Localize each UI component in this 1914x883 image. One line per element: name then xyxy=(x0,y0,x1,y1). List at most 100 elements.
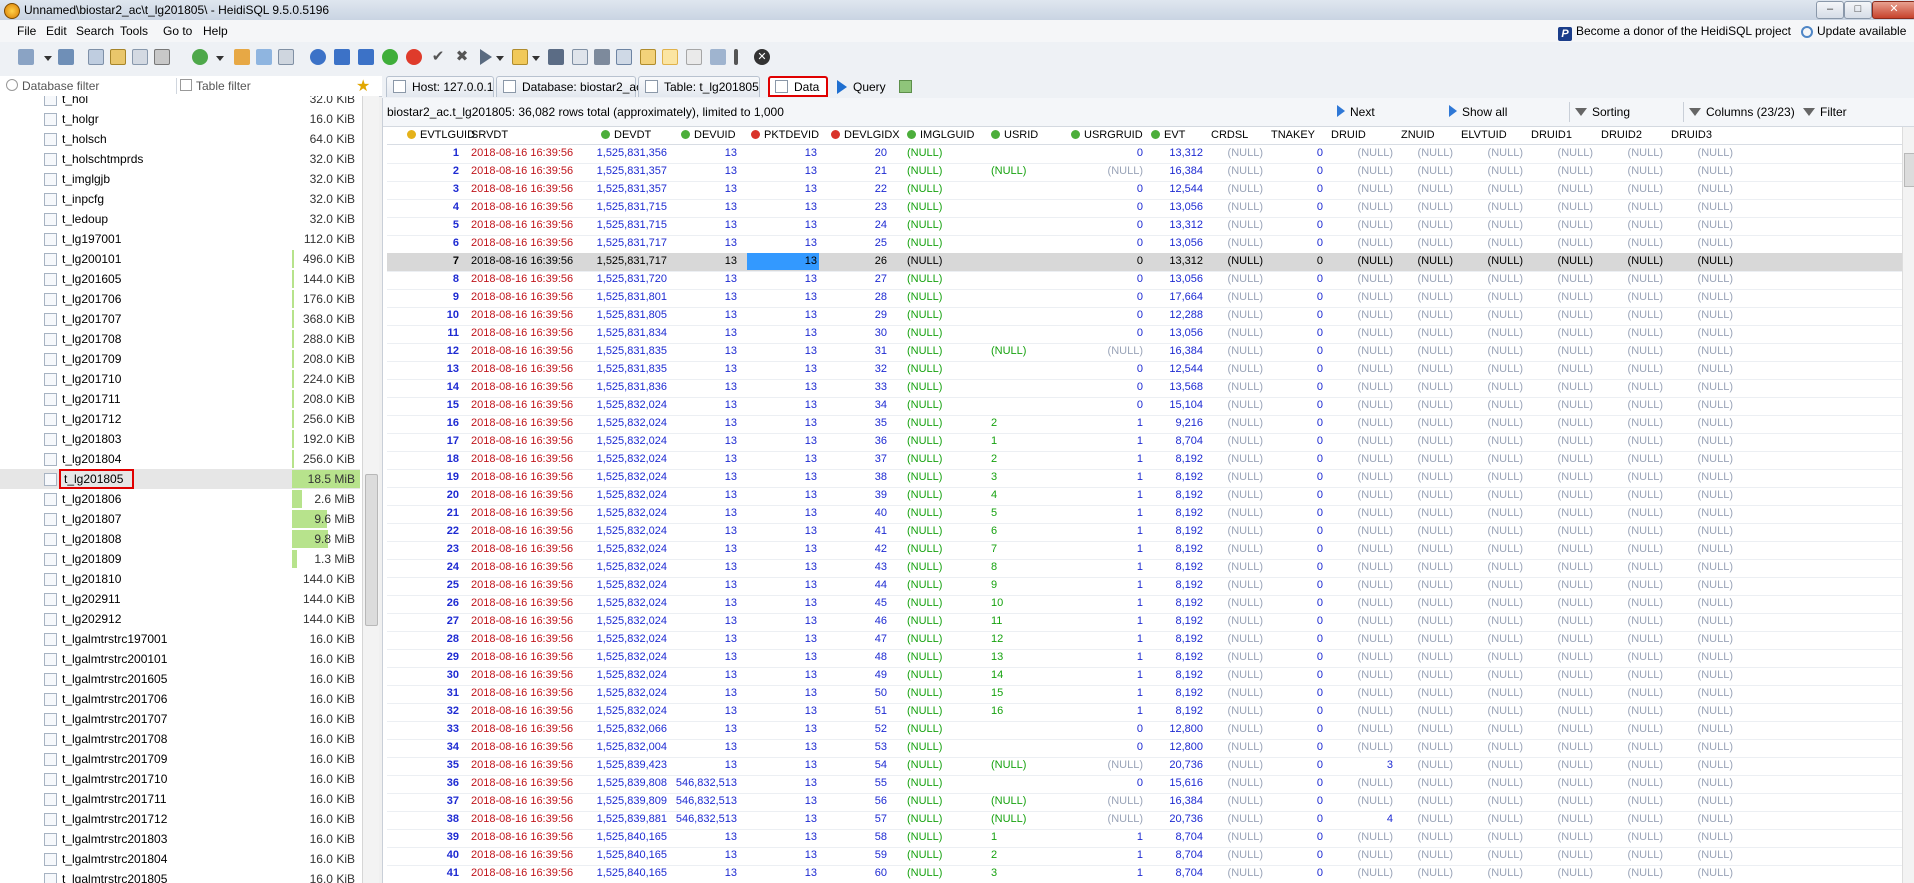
table-cell[interactable]: (NULL) xyxy=(907,453,942,465)
table-cell[interactable]: 13 xyxy=(805,201,817,213)
table-cell[interactable]: (NULL) xyxy=(1488,507,1523,519)
table-cell[interactable]: 2018-08-16 16:39:56 xyxy=(471,669,573,681)
table-cell[interactable]: (NULL) xyxy=(1698,795,1733,807)
tree-item-table[interactable]: t_lgalmtrstrc201706 16.0 KiB xyxy=(0,689,360,709)
last-record-icon[interactable] xyxy=(358,49,374,65)
table-cell[interactable]: 13 xyxy=(805,615,817,627)
table-cell[interactable]: 13,056 xyxy=(1169,273,1203,285)
table-cell[interactable]: 52 xyxy=(875,723,887,735)
table-cell[interactable]: 2018-08-16 16:39:56 xyxy=(471,237,573,249)
table-cell[interactable]: (NULL) xyxy=(1418,651,1453,663)
table-cell[interactable]: (NULL) xyxy=(1628,741,1663,753)
table-cell[interactable]: (NULL) xyxy=(991,165,1026,177)
table-cell[interactable]: 1,525,840,165 xyxy=(597,867,667,879)
table-cell[interactable]: 13 xyxy=(725,489,737,501)
table-cell[interactable]: 40 xyxy=(875,507,887,519)
table-cell[interactable]: 1,525,831,836 xyxy=(597,381,667,393)
table-cell[interactable]: 13 xyxy=(805,291,817,303)
table-row[interactable]: 22 2018-08-16 16:39:56 1,525,832,024 13 13 41… xyxy=(387,523,1905,542)
table-row[interactable]: 27 2018-08-16 16:39:56 1,525,832,024 13 13 46… xyxy=(387,613,1905,632)
table-cell[interactable]: (NULL) xyxy=(1418,777,1453,789)
table-cell[interactable]: (NULL) xyxy=(907,723,942,735)
tree-item-table[interactable]: t_lg197001 112.0 KiB xyxy=(0,229,360,249)
table-cell[interactable]: 2018-08-16 16:39:56 xyxy=(471,867,573,879)
table-cell[interactable]: (NULL) xyxy=(1418,489,1453,501)
table-cell[interactable]: 2018-08-16 16:39:56 xyxy=(471,741,573,753)
tree-item-table[interactable]: t_lgalmtrstrc201707 16.0 KiB xyxy=(0,709,360,729)
table-cell[interactable]: (NULL) xyxy=(1558,471,1593,483)
table-row[interactable]: 34 2018-08-16 16:39:56 1,525,832,004 13 13 53… xyxy=(387,739,1905,758)
table-cell[interactable]: (NULL) xyxy=(1358,219,1393,231)
table-cell[interactable]: (NULL) xyxy=(1558,813,1593,825)
table-cell[interactable]: 2018-08-16 16:39:56 xyxy=(471,633,573,645)
table-cell[interactable]: (NULL) xyxy=(907,165,942,177)
table-cell[interactable]: (NULL) xyxy=(1628,489,1663,501)
table-cell[interactable]: 13 xyxy=(805,867,817,879)
table-cell[interactable]: 41 xyxy=(875,525,887,537)
table-cell[interactable]: (NULL) xyxy=(907,651,942,663)
table-cell[interactable]: (NULL) xyxy=(1628,723,1663,735)
table-cell[interactable]: (NULL) xyxy=(1228,309,1263,321)
table-cell[interactable]: (NULL) xyxy=(907,471,942,483)
table-cell[interactable]: 0 xyxy=(1317,831,1323,843)
table-cell[interactable]: (NULL) xyxy=(1358,543,1393,555)
table-cell[interactable]: 1 xyxy=(1137,417,1143,429)
table-cell[interactable]: 1,525,831,715 xyxy=(597,219,667,231)
table-row[interactable]: 41 2018-08-16 16:39:56 1,525,840,165 13 13 60… xyxy=(387,865,1905,883)
table-cell[interactable]: 2 xyxy=(991,849,997,861)
table-cell[interactable]: (NULL) xyxy=(1488,201,1523,213)
table-cell[interactable]: (NULL) xyxy=(1698,813,1733,825)
table-cell[interactable]: 29 xyxy=(447,651,459,663)
table-cell[interactable]: (NULL) xyxy=(1488,543,1523,555)
table-cell[interactable]: 0 xyxy=(1137,327,1143,339)
table-cell[interactable]: 8,192 xyxy=(1175,561,1203,573)
table-cell[interactable]: 1,525,831,357 xyxy=(597,183,667,195)
table-cell[interactable]: (NULL) xyxy=(1488,705,1523,717)
table-cell[interactable]: (NULL) xyxy=(907,183,942,195)
tree-item-table[interactable]: t_lg201712 256.0 KiB xyxy=(0,409,360,429)
post-check-icon[interactable]: ✔ xyxy=(430,49,446,65)
table-cell[interactable]: 13 xyxy=(725,867,737,879)
table-cell[interactable]: 4 xyxy=(991,489,997,501)
table-cell[interactable]: (NULL) xyxy=(1698,471,1733,483)
table-cell[interactable]: (NULL) xyxy=(1418,669,1453,681)
table-cell[interactable]: (NULL) xyxy=(1358,399,1393,411)
table-cell[interactable]: 8,704 xyxy=(1175,867,1203,879)
table-cell[interactable]: 44 xyxy=(875,579,887,591)
table-cell[interactable]: 7 xyxy=(991,543,997,555)
tab-query[interactable]: Query xyxy=(830,76,894,97)
table-cell[interactable]: (NULL) xyxy=(1698,741,1733,753)
table-cell[interactable]: 1 xyxy=(1137,687,1143,699)
table-cell[interactable]: (NULL) xyxy=(1228,705,1263,717)
table-cell[interactable]: 10 xyxy=(447,309,459,321)
table-cell[interactable]: 1,525,831,835 xyxy=(597,345,667,357)
table-cell[interactable]: 0 xyxy=(1317,741,1323,753)
table-row[interactable]: 14 2018-08-16 16:39:56 1,525,831,836 13 13 33… xyxy=(387,379,1905,398)
tree-item-table[interactable]: t_holschtmprds 32.0 KiB xyxy=(0,149,360,169)
table-cell[interactable]: 13 xyxy=(725,381,737,393)
table-cell[interactable]: (NULL) xyxy=(1698,489,1733,501)
column-header[interactable]: CRDSL xyxy=(1211,129,1248,141)
table-cell[interactable]: (NULL) xyxy=(1228,723,1263,735)
table-cell[interactable]: 1 xyxy=(991,831,997,843)
tree-item-table[interactable]: t_lgalmtrstrc201708 16.0 KiB xyxy=(0,729,360,749)
menu-goto[interactable]: Go to xyxy=(163,24,192,38)
open-dropdown-icon[interactable] xyxy=(532,56,540,61)
table-row[interactable]: 31 2018-08-16 16:39:56 1,525,832,024 13 13 50… xyxy=(387,685,1905,704)
table-cell[interactable]: (NULL) xyxy=(1698,345,1733,357)
table-cell[interactable]: (NULL) xyxy=(1488,147,1523,159)
table-cell[interactable]: (NULL) xyxy=(1558,777,1593,789)
table-cell[interactable]: 2 xyxy=(991,417,997,429)
table-cell[interactable]: (NULL) xyxy=(1558,381,1593,393)
table-cell[interactable]: 16,384 xyxy=(1169,795,1203,807)
tree-item-table[interactable]: t_inpcfg 32.0 KiB xyxy=(0,189,360,209)
database-filter-input[interactable]: Database filter xyxy=(6,78,177,94)
table-cell[interactable]: (NULL) xyxy=(1558,705,1593,717)
table-cell[interactable]: (NULL) xyxy=(1698,255,1733,267)
table-cell[interactable]: (NULL) xyxy=(1228,381,1263,393)
table-cell[interactable]: 21 xyxy=(875,165,887,177)
table-cell[interactable]: (NULL) xyxy=(1698,849,1733,861)
table-cell[interactable]: 1,525,831,835 xyxy=(597,363,667,375)
table-cell[interactable]: 13 xyxy=(725,723,737,735)
tree-item-table[interactable]: t_lg201605 144.0 KiB xyxy=(0,269,360,289)
